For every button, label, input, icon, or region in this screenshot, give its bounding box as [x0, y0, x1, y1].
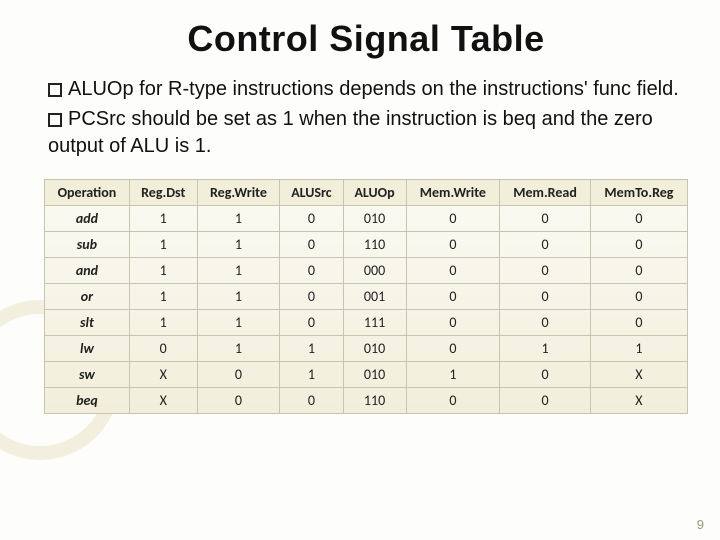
cell-value: 0 [406, 388, 500, 414]
cell-value: 1 [129, 232, 197, 258]
cell-value: 1 [197, 310, 280, 336]
cell-operation: beq [45, 388, 130, 414]
cell-value: 111 [343, 310, 406, 336]
cell-value: 0 [500, 362, 591, 388]
cell-operation: lw [45, 336, 130, 362]
cell-value: 0 [590, 206, 687, 232]
signal-table-wrap: Operation Reg.Dst Reg.Write ALUSrc ALUOp… [40, 179, 692, 414]
cell-value: X [590, 388, 687, 414]
table-row: and110000000 [45, 258, 688, 284]
cell-value: 0 [500, 310, 591, 336]
cell-operation: and [45, 258, 130, 284]
bullet-rest: should be set as 1 when the instruction … [48, 108, 653, 156]
col-alusrc: ALUSrc [280, 180, 343, 206]
cell-value: 001 [343, 284, 406, 310]
cell-value: 110 [343, 388, 406, 414]
cell-value: 1 [197, 258, 280, 284]
col-regdst: Reg.Dst [129, 180, 197, 206]
table-row: lw011010011 [45, 336, 688, 362]
cell-value: 0 [406, 232, 500, 258]
table-header-row: Operation Reg.Dst Reg.Write ALUSrc ALUOp… [45, 180, 688, 206]
cell-value: 010 [343, 362, 406, 388]
cell-value: 0 [197, 362, 280, 388]
col-memwrite: Mem.Write [406, 180, 500, 206]
col-memtoreg: MemTo.Reg [590, 180, 687, 206]
table-row: swX0101010X [45, 362, 688, 388]
cell-value: X [129, 388, 197, 414]
bullet-lead: PCSrc [68, 108, 126, 130]
cell-value: 0 [280, 388, 343, 414]
col-regwrite: Reg.Write [197, 180, 280, 206]
cell-value: 0 [406, 336, 500, 362]
col-memread: Mem.Read [500, 180, 591, 206]
cell-value: 0 [500, 232, 591, 258]
cell-value: 0 [406, 258, 500, 284]
bullet-lead: ALUOp [68, 78, 134, 100]
cell-value: 1 [406, 362, 500, 388]
cell-value: 110 [343, 232, 406, 258]
cell-value: 1 [590, 336, 687, 362]
cell-value: 0 [406, 206, 500, 232]
cell-value: 000 [343, 258, 406, 284]
cell-value: 0 [500, 206, 591, 232]
cell-value: 0 [280, 232, 343, 258]
cell-value: 0 [280, 284, 343, 310]
table-row: add110010000 [45, 206, 688, 232]
cell-operation: add [45, 206, 130, 232]
page-number: 9 [697, 517, 704, 532]
cell-operation: sw [45, 362, 130, 388]
cell-value: 1 [129, 284, 197, 310]
cell-value: 0 [197, 388, 280, 414]
table-row: sub110110000 [45, 232, 688, 258]
cell-value: 0 [280, 258, 343, 284]
cell-value: 1 [197, 284, 280, 310]
cell-value: 0 [280, 310, 343, 336]
cell-value: 1 [197, 232, 280, 258]
cell-value: 010 [343, 336, 406, 362]
cell-value: 0 [590, 310, 687, 336]
cell-value: 0 [500, 284, 591, 310]
cell-value: 1 [129, 258, 197, 284]
cell-value: 1 [197, 206, 280, 232]
slide-content: Control Signal Table ALUOp for R-type in… [0, 0, 720, 540]
table-row: beqX0011000X [45, 388, 688, 414]
bullet-rest: for R-type instructions depends on the i… [134, 78, 679, 100]
bullet-marker-icon [48, 83, 62, 97]
bullet-item: ALUOp for R-type instructions depends on… [48, 76, 680, 102]
cell-value: X [590, 362, 687, 388]
cell-value: 1 [129, 310, 197, 336]
cell-value: 0 [590, 232, 687, 258]
bullet-item: PCSrc should be set as 1 when the instru… [48, 106, 680, 159]
table-row: or110001000 [45, 284, 688, 310]
page-title: Control Signal Table [40, 18, 692, 60]
cell-value: 0 [129, 336, 197, 362]
cell-value: 0 [406, 310, 500, 336]
bullet-list: ALUOp for R-type instructions depends on… [40, 76, 692, 159]
cell-value: 1 [500, 336, 591, 362]
cell-value: 0 [406, 284, 500, 310]
table-header: Operation Reg.Dst Reg.Write ALUSrc ALUOp… [45, 180, 688, 206]
cell-value: 010 [343, 206, 406, 232]
cell-value: 1 [129, 206, 197, 232]
cell-operation: slt [45, 310, 130, 336]
bullet-marker-icon [48, 113, 62, 127]
cell-value: 0 [500, 388, 591, 414]
cell-operation: or [45, 284, 130, 310]
cell-value: 0 [590, 258, 687, 284]
cell-value: 1 [197, 336, 280, 362]
table-row: slt110111000 [45, 310, 688, 336]
col-operation: Operation [45, 180, 130, 206]
table-body: add110010000sub110110000and110000000or11… [45, 206, 688, 414]
col-aluop: ALUOp [343, 180, 406, 206]
cell-value: 0 [280, 206, 343, 232]
control-signal-table: Operation Reg.Dst Reg.Write ALUSrc ALUOp… [44, 179, 688, 414]
cell-value: 0 [590, 284, 687, 310]
cell-operation: sub [45, 232, 130, 258]
cell-value: 1 [280, 362, 343, 388]
cell-value: X [129, 362, 197, 388]
cell-value: 0 [500, 258, 591, 284]
cell-value: 1 [280, 336, 343, 362]
